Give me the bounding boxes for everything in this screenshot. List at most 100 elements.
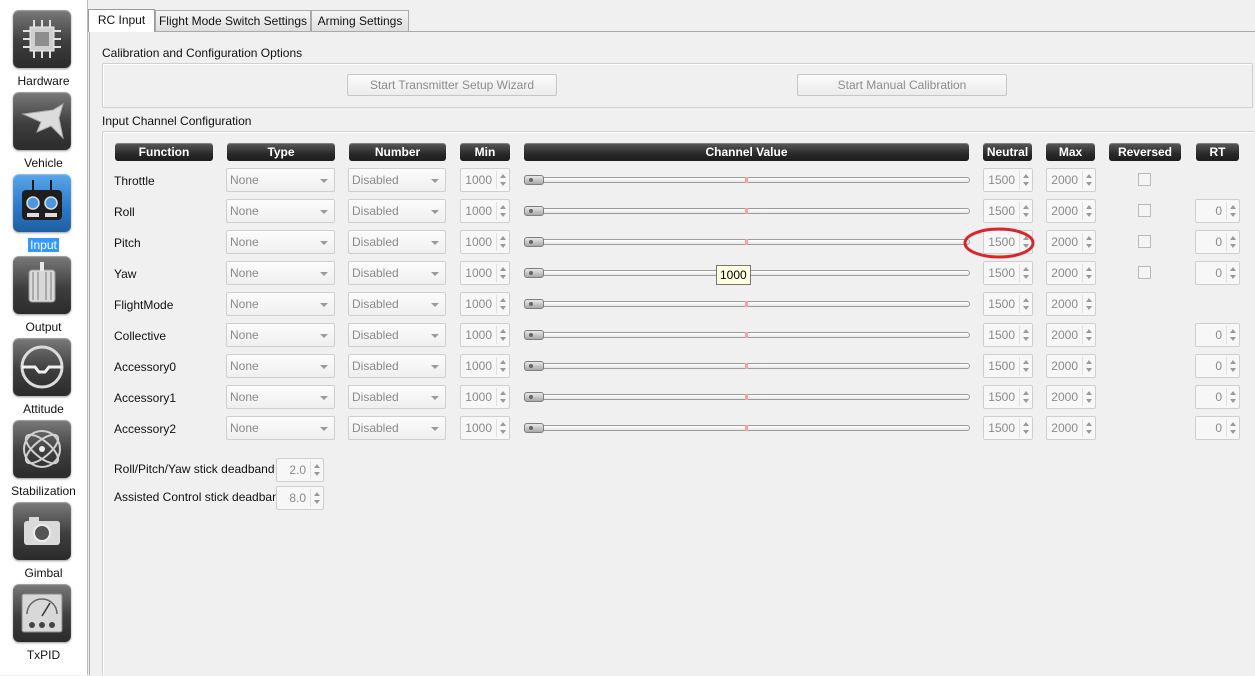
spin-down-icon[interactable]: [1086, 244, 1092, 248]
sidebar-item-input[interactable]: Input: [0, 174, 87, 256]
spin-down-icon[interactable]: [500, 275, 506, 279]
rt-spinbox-accessory0[interactable]: 0: [1195, 354, 1240, 378]
spin-down-icon[interactable]: [1230, 244, 1236, 248]
spin-down-icon[interactable]: [500, 399, 506, 403]
reversed-checkbox-throttle[interactable]: [1138, 173, 1151, 186]
type-select-yaw[interactable]: None: [226, 261, 335, 285]
spin-up-icon[interactable]: [1023, 329, 1029, 333]
max-spinbox-collective[interactable]: 2000: [1046, 323, 1096, 347]
spin-up-icon[interactable]: [500, 391, 506, 395]
min-spinbox-collective[interactable]: 1000: [460, 323, 510, 347]
spin-up-icon[interactable]: [500, 205, 506, 209]
min-spinbox-yaw[interactable]: 1000: [460, 261, 510, 285]
sidebar-item-txpid[interactable]: TxPID: [0, 584, 87, 666]
spin-up-icon[interactable]: [314, 492, 320, 496]
min-spinbox-accessory2[interactable]: 1000: [460, 416, 510, 440]
min-spinbox-roll[interactable]: 1000: [460, 199, 510, 223]
type-select-throttle[interactable]: None: [226, 168, 335, 192]
spin-down-icon[interactable]: [1023, 275, 1029, 279]
spin-down-icon[interactable]: [1230, 213, 1236, 217]
spin-down-icon[interactable]: [314, 472, 320, 476]
slider-handle-collective[interactable]: [524, 330, 544, 340]
neutral-spinbox-collective[interactable]: 1500: [983, 323, 1033, 347]
spin-up-icon[interactable]: [1086, 391, 1092, 395]
type-select-flightmode[interactable]: None: [226, 292, 335, 316]
spin-down-icon[interactable]: [1230, 430, 1236, 434]
spin-up-icon[interactable]: [1023, 298, 1029, 302]
spin-up-icon[interactable]: [1230, 422, 1236, 426]
number-select-accessory0[interactable]: Disabled: [348, 354, 446, 378]
rt-spinbox-accessory2[interactable]: 0: [1195, 416, 1240, 440]
assisted-deadband-spinbox[interactable]: 8.0: [276, 486, 324, 510]
spin-up-icon[interactable]: [1086, 360, 1092, 364]
number-select-accessory1[interactable]: Disabled: [348, 385, 446, 409]
max-spinbox-accessory2[interactable]: 2000: [1046, 416, 1096, 440]
spin-down-icon[interactable]: [1086, 399, 1092, 403]
spin-up-icon[interactable]: [500, 174, 506, 178]
min-spinbox-flightmode[interactable]: 1000: [460, 292, 510, 316]
type-select-accessory2[interactable]: None: [226, 416, 335, 440]
spin-down-icon[interactable]: [1023, 430, 1029, 434]
spin-up-icon[interactable]: [1086, 329, 1092, 333]
start-transmitter-setup-wizard-button[interactable]: Start Transmitter Setup Wizard: [347, 74, 557, 96]
sidebar-item-hardware[interactable]: Hardware: [0, 10, 87, 92]
reversed-checkbox-pitch[interactable]: [1138, 235, 1151, 248]
rt-spinbox-yaw[interactable]: 0: [1195, 261, 1240, 285]
tab-rc-input[interactable]: RC Input: [88, 9, 155, 32]
spin-up-icon[interactable]: [1023, 360, 1029, 364]
spin-up-icon[interactable]: [1023, 422, 1029, 426]
rt-spinbox-roll[interactable]: 0: [1195, 199, 1240, 223]
number-select-roll[interactable]: Disabled: [348, 199, 446, 223]
spin-down-icon[interactable]: [1023, 182, 1029, 186]
spin-down-icon[interactable]: [1230, 337, 1236, 341]
spin-down-icon[interactable]: [314, 500, 320, 504]
sidebar-item-output[interactable]: Output: [0, 256, 87, 338]
spin-up-icon[interactable]: [1023, 205, 1029, 209]
min-spinbox-pitch[interactable]: 1000: [460, 230, 510, 254]
sidebar-item-vehicle[interactable]: Vehicle: [0, 92, 87, 174]
spin-down-icon[interactable]: [500, 213, 506, 217]
max-spinbox-flightmode[interactable]: 2000: [1046, 292, 1096, 316]
reversed-checkbox-roll[interactable]: [1138, 204, 1151, 217]
spin-down-icon[interactable]: [500, 306, 506, 310]
neutral-spinbox-yaw[interactable]: 1500: [983, 261, 1033, 285]
spin-down-icon[interactable]: [1023, 213, 1029, 217]
spin-down-icon[interactable]: [1230, 368, 1236, 372]
spin-down-icon[interactable]: [1023, 337, 1029, 341]
spin-up-icon[interactable]: [1086, 205, 1092, 209]
spin-up-icon[interactable]: [500, 329, 506, 333]
sidebar-item-gimbal[interactable]: Gimbal: [0, 502, 87, 584]
spin-up-icon[interactable]: [1086, 422, 1092, 426]
spin-down-icon[interactable]: [1086, 368, 1092, 372]
slider-handle-accessory0[interactable]: [524, 361, 544, 371]
neutral-spinbox-accessory0[interactable]: 1500: [983, 354, 1033, 378]
spin-up-icon[interactable]: [1230, 205, 1236, 209]
spin-up-icon[interactable]: [1086, 298, 1092, 302]
tab-flight-mode-switch-settings[interactable]: Flight Mode Switch Settings: [155, 10, 311, 31]
spin-down-icon[interactable]: [500, 244, 506, 248]
spin-up-icon[interactable]: [1023, 267, 1029, 271]
spin-down-icon[interactable]: [1086, 275, 1092, 279]
min-spinbox-accessory0[interactable]: 1000: [460, 354, 510, 378]
spin-up-icon[interactable]: [1230, 329, 1236, 333]
number-select-throttle[interactable]: Disabled: [348, 168, 446, 192]
number-select-yaw[interactable]: Disabled: [348, 261, 446, 285]
spin-down-icon[interactable]: [1086, 430, 1092, 434]
spin-down-icon[interactable]: [1086, 337, 1092, 341]
type-select-accessory1[interactable]: None: [226, 385, 335, 409]
spin-up-icon[interactable]: [500, 236, 506, 240]
neutral-spinbox-roll[interactable]: 1500: [983, 199, 1033, 223]
rpy-deadband-spinbox[interactable]: 2.0: [276, 458, 324, 482]
spin-up-icon[interactable]: [1023, 391, 1029, 395]
spin-down-icon[interactable]: [1230, 399, 1236, 403]
number-select-pitch[interactable]: Disabled: [348, 230, 446, 254]
max-spinbox-pitch[interactable]: 2000: [1046, 230, 1096, 254]
number-select-flightmode[interactable]: Disabled: [348, 292, 446, 316]
spin-up-icon[interactable]: [500, 422, 506, 426]
neutral-spinbox-accessory1[interactable]: 1500: [983, 385, 1033, 409]
type-select-collective[interactable]: None: [226, 323, 335, 347]
number-select-collective[interactable]: Disabled: [348, 323, 446, 347]
spin-up-icon[interactable]: [500, 267, 506, 271]
max-spinbox-roll[interactable]: 2000: [1046, 199, 1096, 223]
spin-up-icon[interactable]: [1086, 267, 1092, 271]
